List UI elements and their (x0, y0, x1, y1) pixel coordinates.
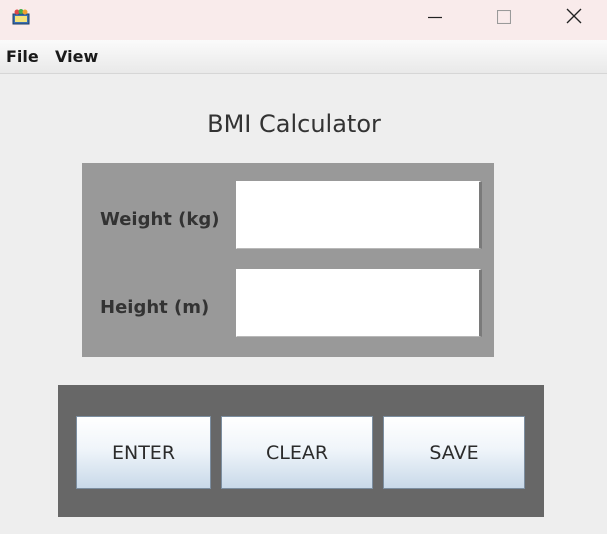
height-input[interactable] (236, 269, 482, 337)
enter-button[interactable]: ENTER (76, 416, 211, 489)
page-title: BMI Calculator (207, 110, 381, 138)
save-button[interactable]: SAVE (383, 416, 525, 489)
app-icon (11, 9, 31, 25)
maximize-icon (496, 9, 512, 28)
minimize-icon (428, 9, 442, 28)
menu-view[interactable]: View (55, 47, 98, 66)
clear-button[interactable]: CLEAR (221, 416, 373, 489)
app-window: File View BMI Calculator Weight (kg) Hei… (0, 0, 607, 534)
button-panel: ENTER CLEAR SAVE (58, 385, 544, 517)
height-label: Height (m) (100, 297, 210, 318)
menu-file[interactable]: File (6, 47, 39, 66)
maximize-button[interactable] (481, 0, 527, 36)
minimize-button[interactable] (412, 0, 458, 36)
menu-bar: File View (0, 40, 607, 74)
title-bar[interactable] (0, 0, 607, 40)
weight-input[interactable] (236, 181, 482, 249)
input-panel: Weight (kg) Height (m) (82, 163, 494, 357)
weight-label: Weight (kg) (100, 209, 220, 230)
close-icon (566, 8, 582, 28)
close-button[interactable] (551, 0, 597, 36)
